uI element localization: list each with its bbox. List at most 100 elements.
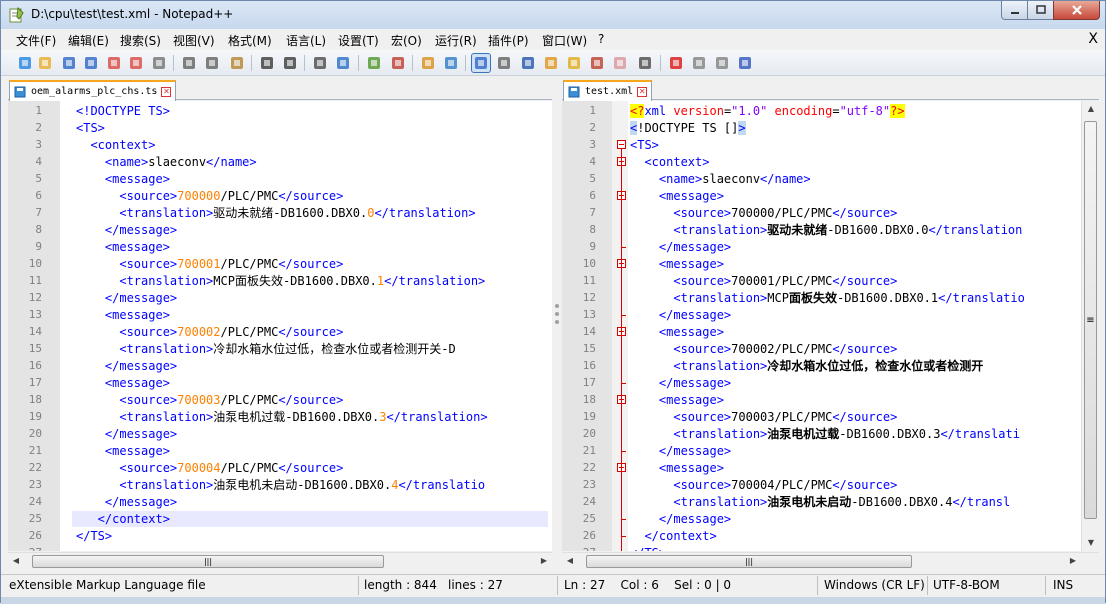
menu-item-11[interactable]: ? (598, 32, 604, 46)
monitor-icon[interactable] (611, 54, 629, 72)
paste-icon[interactable] (228, 54, 246, 72)
close-icon[interactable] (105, 54, 123, 72)
maximize-button[interactable] (1027, 1, 1054, 20)
code-line[interactable]: <source>700000/PLC/PMC</source> (76, 188, 343, 204)
scroll-left-icon[interactable]: ◀ (8, 553, 24, 569)
show-all-chars-icon[interactable] (495, 54, 513, 72)
record-macro-icon[interactable] (636, 54, 654, 72)
menu-item-8[interactable]: 运行(R) (435, 32, 477, 49)
code-line[interactable]: <source>700000/PLC/PMC</source> (630, 205, 897, 221)
code-line[interactable]: <translation>油泵电机未启动-DB1600.DBX0.4</tran… (76, 477, 485, 493)
scroll-up-icon[interactable]: ▲ (1083, 101, 1099, 117)
code-line[interactable]: <context> (630, 154, 709, 170)
code-line[interactable]: <context> (76, 137, 155, 153)
left-horizontal-scrollbar[interactable]: ◀ ||| ▶ (8, 552, 552, 569)
code-line[interactable]: <source>700004/PLC/PMC</source> (630, 477, 897, 493)
doc-map-icon[interactable] (542, 54, 560, 72)
code-line[interactable]: <message> (630, 460, 724, 476)
save-macro-icon[interactable] (736, 54, 754, 72)
menu-item-2[interactable]: 搜索(S) (120, 32, 161, 49)
left-editor[interactable]: 1 <!DOCTYPE TS> 2 <TS> 3 <context> 4 <name>sl… (8, 101, 552, 551)
code-line[interactable]: <translation>MCP面板失效-DB1600.DBX0.1</tran… (76, 273, 485, 289)
zoom-in-icon[interactable] (365, 54, 383, 72)
code-line[interactable]: <source>700003/PLC/PMC</source> (76, 392, 343, 408)
close-all-icon[interactable] (127, 54, 145, 72)
code-line[interactable]: <translation>驱动未就绪-DB1600.DBX0.0</transl… (76, 205, 475, 221)
code-line[interactable]: <translation>冷却水箱水位过低，检查水位或者检测开 (630, 358, 983, 374)
code-line[interactable]: </message> (630, 511, 731, 527)
menu-item-6[interactable]: 设置(T) (338, 32, 379, 49)
code-line[interactable]: </message> (76, 290, 177, 306)
code-line[interactable]: </context> (76, 511, 170, 527)
code-line[interactable]: </message> (76, 358, 177, 374)
code-line[interactable]: <message> (630, 392, 724, 408)
sync-vertical-icon[interactable] (419, 54, 437, 72)
menu-item-5[interactable]: 语言(L) (286, 32, 326, 49)
word-wrap-icon[interactable] (471, 53, 491, 73)
fold-margin[interactable] (612, 101, 628, 551)
save-all-icon[interactable] (82, 54, 100, 72)
copy-icon[interactable] (203, 54, 221, 72)
replace-icon[interactable] (334, 54, 352, 72)
cut-icon[interactable] (180, 54, 198, 72)
code-line[interactable]: </TS> (630, 545, 666, 551)
scroll-right-icon[interactable]: ▶ (1065, 553, 1081, 569)
scroll-down-icon[interactable]: ▼ (1083, 535, 1099, 551)
code-line[interactable]: <translation>冷却水箱水位过低，检查水位或者检测开关-D (76, 341, 455, 357)
close-document-button[interactable]: X (1088, 31, 1098, 47)
code-line[interactable]: <TS> (630, 137, 659, 153)
code-line[interactable]: <message> (630, 324, 724, 340)
tab-close-icon[interactable]: ✕ (161, 86, 172, 97)
new-icon[interactable] (16, 54, 34, 72)
scroll-thumb[interactable]: ||| (32, 555, 384, 568)
print-icon[interactable] (150, 54, 168, 72)
code-line[interactable]: </message> (76, 494, 177, 510)
right-editor[interactable]: 1 <?xml version="1.0" encoding="utf-8"?> 2… (562, 101, 1081, 551)
code-line[interactable]: <source>700003/PLC/PMC</source> (630, 409, 897, 425)
indent-guide-icon[interactable] (519, 54, 537, 72)
code-line[interactable]: <message> (76, 443, 170, 459)
code-line[interactable]: <name>slaeconv</name> (630, 171, 811, 187)
code-line[interactable]: </message> (630, 239, 731, 255)
tab-oem-alarms[interactable]: oem_alarms_plc_chs.ts ✕ (9, 80, 177, 101)
code-line[interactable]: </message> (76, 426, 177, 442)
fold-toggle-icon[interactable] (617, 140, 626, 149)
code-line[interactable]: </message> (76, 222, 177, 238)
code-line[interactable]: <message> (76, 307, 170, 323)
code-line[interactable]: <translation>驱动未就绪-DB1600.DBX0.0</transl… (630, 222, 1022, 238)
menu-item-10[interactable]: 窗口(W) (542, 32, 587, 49)
code-line[interactable]: </message> (630, 307, 731, 323)
code-line[interactable]: <message> (76, 375, 170, 391)
code-line[interactable]: <name>slaeconv</name> (76, 154, 257, 170)
stop-record-icon[interactable] (667, 54, 685, 72)
code-line[interactable]: <!DOCTYPE TS []> (630, 120, 746, 136)
close-window-button[interactable] (1053, 1, 1100, 20)
menu-item-7[interactable]: 宏(O) (391, 32, 422, 49)
code-line[interactable]: <!DOCTYPE TS> (76, 103, 170, 119)
run-macro-multiple-icon[interactable] (713, 54, 731, 72)
menu-item-9[interactable]: 插件(P) (488, 32, 529, 49)
tab-test-xml[interactable]: test.xml ✕ (563, 80, 653, 101)
menu-item-1[interactable]: 编辑(E) (68, 32, 109, 49)
undo-icon[interactable] (258, 54, 276, 72)
code-line[interactable]: <message> (630, 256, 724, 272)
code-line[interactable]: <TS> (76, 120, 105, 136)
scroll-left-icon[interactable]: ◀ (562, 553, 578, 569)
scroll-right-icon[interactable]: ▶ (536, 553, 552, 569)
find-icon[interactable] (311, 54, 329, 72)
title-bar[interactable]: D:\cpu\test\test.xml - Notepad++ (1, 1, 1105, 29)
code-line[interactable]: <message> (76, 171, 170, 187)
vertical-scroll-thumb[interactable]: ≡ (1084, 121, 1097, 519)
right-vertical-scrollbar[interactable]: ▲ ≡ ▼ (1081, 101, 1099, 552)
menu-item-0[interactable]: 文件(F) (16, 32, 56, 49)
code-line[interactable]: </context> (630, 528, 716, 544)
code-line[interactable]: <message> (630, 188, 724, 204)
function-list-icon[interactable] (565, 54, 583, 72)
code-line[interactable]: <source>700001/PLC/PMC</source> (76, 256, 343, 272)
minimize-button[interactable] (1001, 1, 1028, 20)
right-horizontal-scrollbar[interactable]: ◀ ||| ▶ (562, 552, 1099, 569)
code-line[interactable]: </message> (630, 375, 731, 391)
code-line[interactable]: <?xml version="1.0" encoding="utf-8"?> (630, 103, 905, 119)
menu-item-4[interactable]: 格式(M) (228, 32, 272, 49)
code-line[interactable]: <translation>油泵电机过载-DB1600.DBX0.3</trans… (630, 426, 1020, 442)
